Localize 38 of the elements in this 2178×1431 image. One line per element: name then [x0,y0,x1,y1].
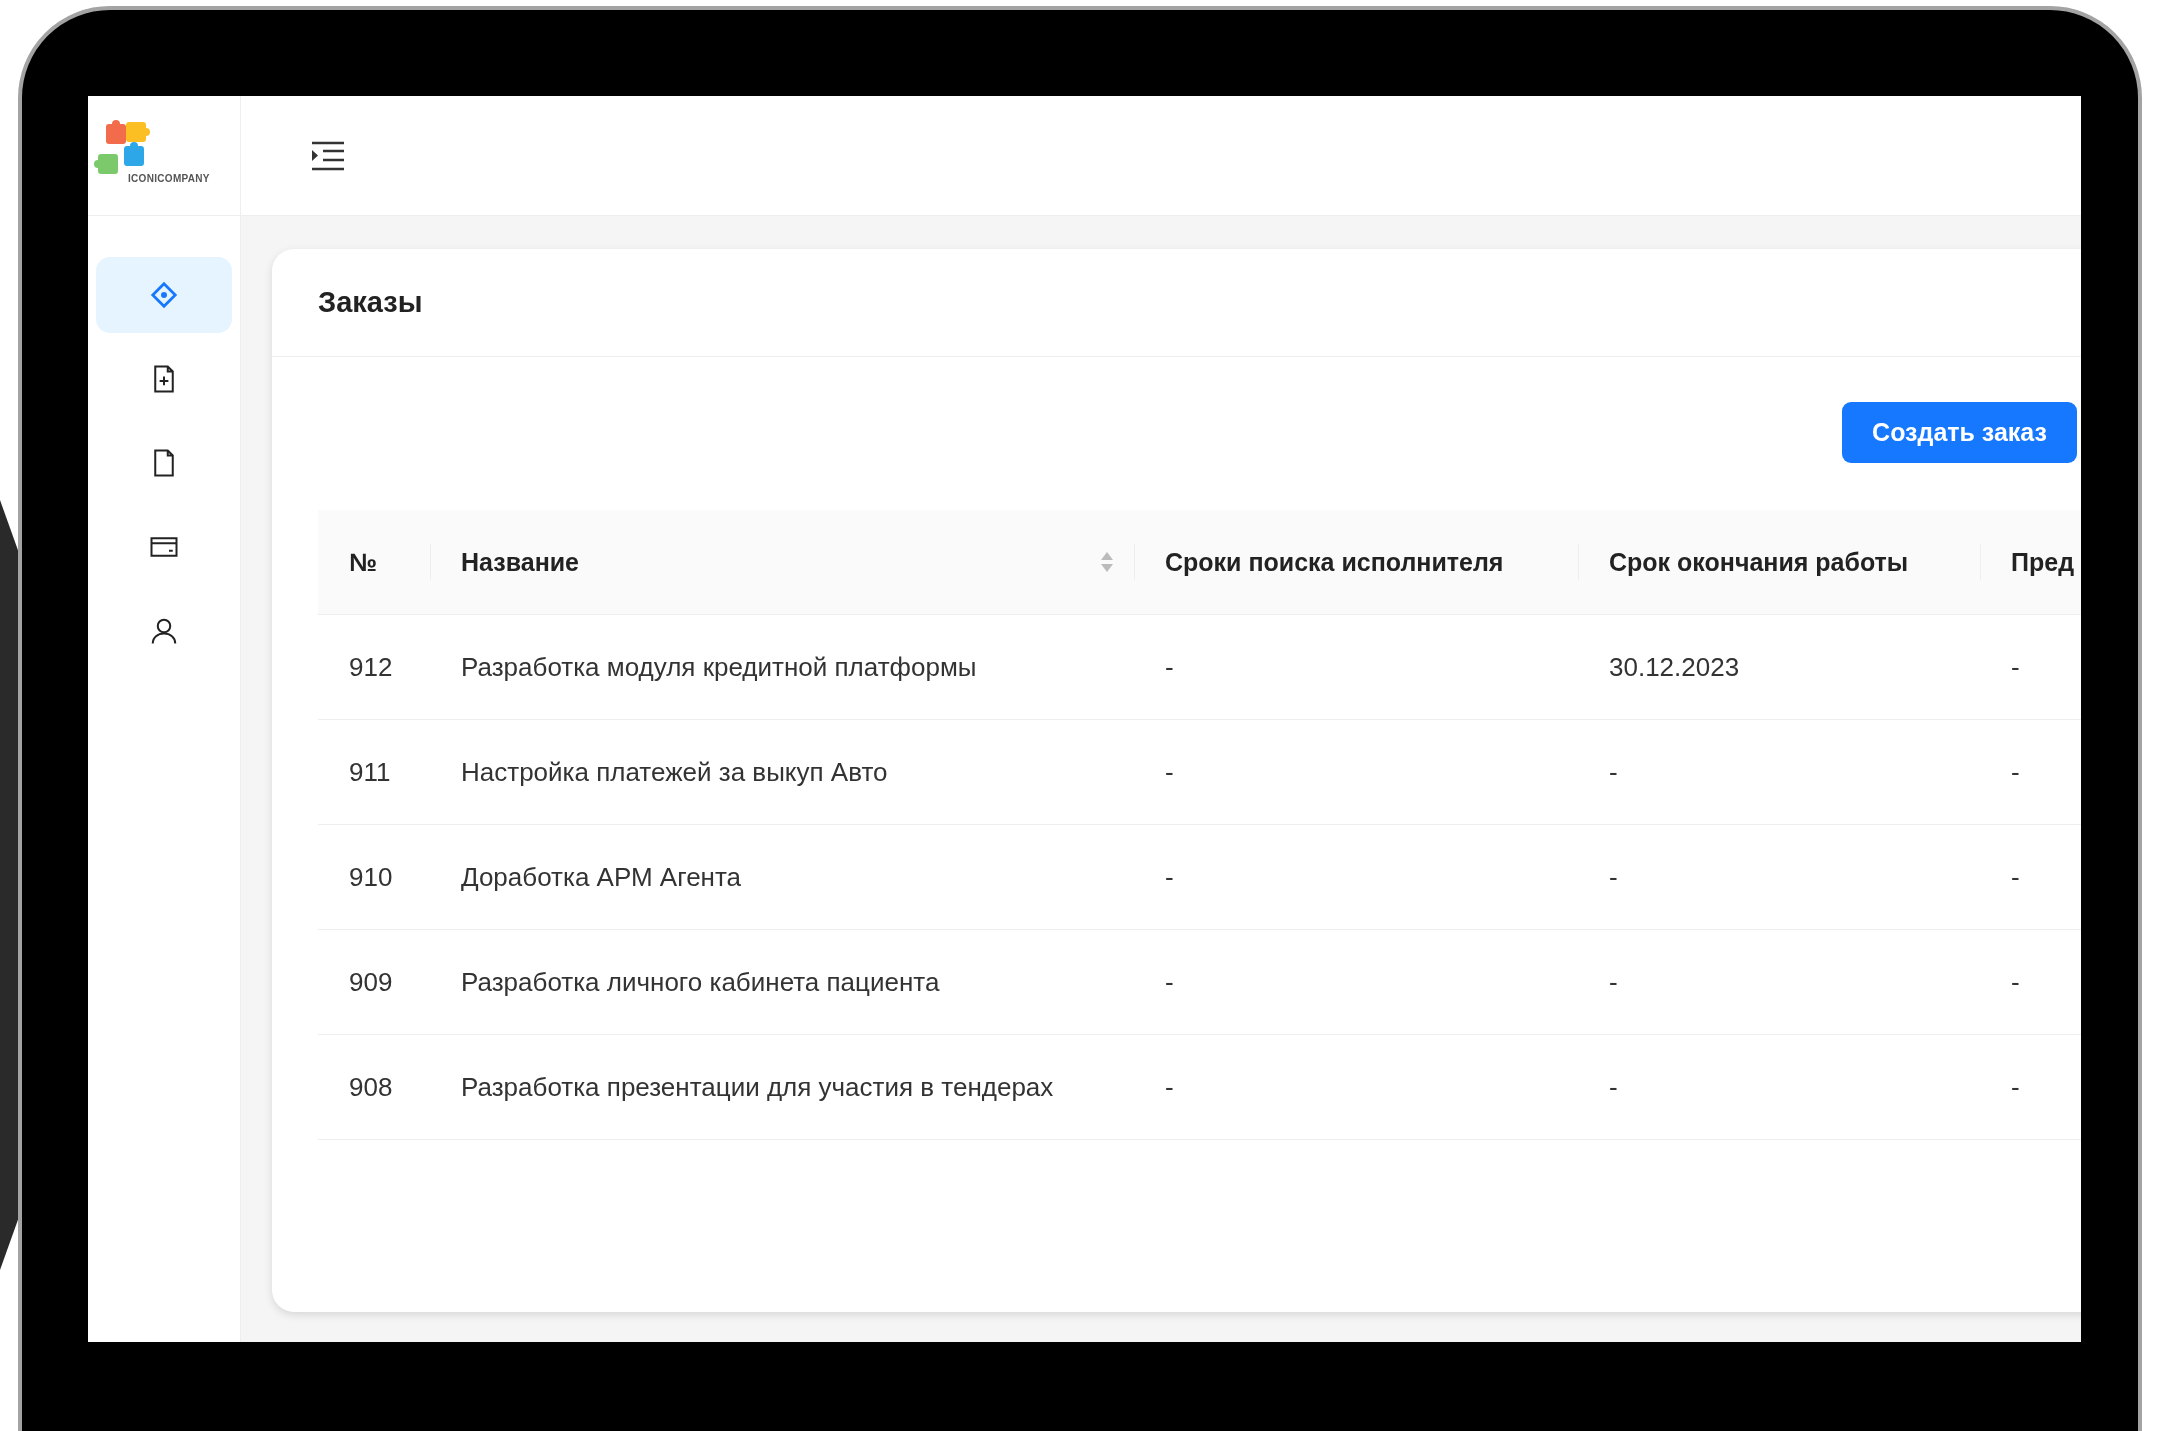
table-cell: 911 [318,719,430,825]
table-cell: - [1134,929,1578,1035]
table-cell: Разработка презентации для участия в тендерах [430,1034,1134,1140]
table-cell: - [1980,614,2081,720]
sidebar-item[interactable] [96,257,232,333]
table-cell: - [1134,614,1578,720]
table-cell: Доработка АРМ Агента [430,824,1134,930]
table-cell: 912 [318,614,430,720]
create-order-button[interactable]: Создать заказ [1842,402,2077,463]
table-cell: - [1980,929,2081,1035]
page-title: Заказы [318,286,423,319]
column-header[interactable]: Название [430,510,1134,615]
column-header: № [318,510,430,615]
user-icon [149,616,179,646]
table-cell: Настройка платежей за выкуп Авто [430,719,1134,825]
column-header: Пред [1980,510,2081,615]
sort-icon[interactable] [1100,550,1114,574]
table-cell: - [1134,824,1578,930]
table-cell: Разработка личного кабинета пациента [430,929,1134,1035]
column-header: Сроки поиска исполнителя [1134,510,1578,615]
diamond-icon [149,280,179,310]
menu-icon[interactable] [311,140,345,171]
table-cell: - [1578,929,1980,1035]
table-cell: - [1980,824,2081,930]
table-cell: 909 [318,929,430,1035]
table-cell: - [1134,719,1578,825]
table-cell: 908 [318,1034,430,1140]
table-cell: 910 [318,824,430,930]
table-cell: - [1980,1034,2081,1140]
table-cell: - [1578,719,1980,825]
table-cell: Разработка модуля кредитной платформы [430,614,1134,720]
table-cell: - [1578,1034,1980,1140]
column-header: Срок окончания работы [1578,510,1980,615]
logo-text: ICONICOMPANY [128,172,210,184]
table-cell: - [1578,824,1980,930]
table-cell: 30.12.2023 [1578,614,1980,720]
table-cell: - [1134,1034,1578,1140]
table-cell: - [1980,719,2081,825]
